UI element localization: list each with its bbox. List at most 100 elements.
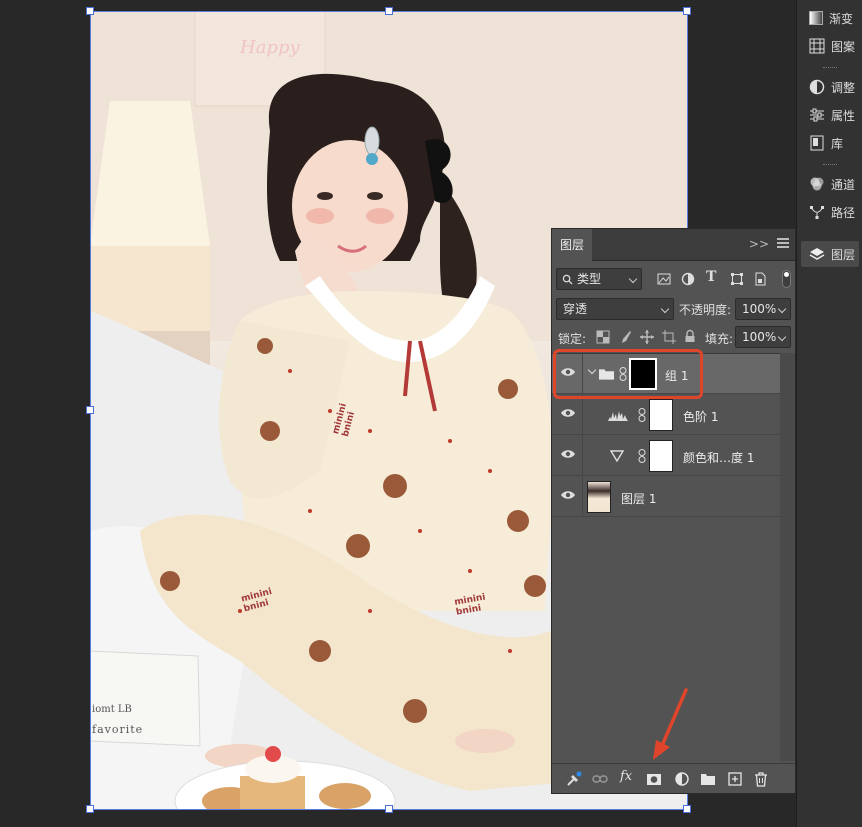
properties-icon [810, 108, 824, 122]
tab-layers[interactable]: 图层 [552, 229, 592, 261]
dock-divider [823, 164, 837, 167]
search-icon [562, 274, 573, 285]
transform-handle-top-center[interactable] [385, 7, 393, 15]
book-text-2: favorite [92, 723, 144, 736]
dock-adjustments[interactable]: 调整 [801, 74, 859, 100]
dock-patterns[interactable]: 图案 [801, 33, 859, 59]
hue-saturation-icon [610, 450, 624, 462]
filter-shape-icon[interactable] [730, 272, 744, 286]
layers-list: 组 1 色阶 1 颜色和…度 1 图层 1 [552, 353, 795, 761]
dock-layers[interactable]: 图层 [801, 241, 859, 267]
dock-label: 库 [831, 136, 844, 151]
dock-label: 调整 [831, 80, 856, 95]
layer-row-layer-1[interactable]: 图层 1 [552, 477, 780, 517]
layer-filter-row: 类型 T [552, 267, 795, 291]
transform-handle-top-left[interactable] [86, 7, 94, 15]
layers-panel-header: 图层 >> [552, 229, 795, 261]
wall-sign-text: Happy [240, 37, 300, 58]
add-layer-mask-icon[interactable] [646, 771, 662, 787]
filter-kind-label: 类型 [577, 272, 602, 286]
layers-scrollbar[interactable] [780, 353, 795, 761]
transform-handle-middle-left[interactable] [86, 406, 94, 414]
dock-paths[interactable]: 路径 [801, 199, 859, 225]
layer-row-hue-saturation-1[interactable]: 颜色和…度 1 [552, 436, 780, 476]
dock-label: 路径 [831, 205, 856, 220]
layer-image-thumbnail[interactable] [587, 481, 611, 513]
transform-handle-bottom-left[interactable] [86, 805, 94, 813]
layer-name[interactable]: 组 1 [665, 367, 688, 384]
eye-icon[interactable] [560, 367, 576, 377]
dock-libraries[interactable]: 库 [801, 130, 859, 156]
lock-position-icon[interactable] [640, 330, 654, 344]
filter-smart-object-icon[interactable] [753, 272, 767, 286]
lock-all-icon[interactable] [683, 329, 697, 343]
layer-mask-thumbnail[interactable] [649, 440, 673, 472]
search-layers-icon[interactable] [566, 771, 582, 787]
new-layer-icon[interactable] [727, 771, 743, 787]
dock-label: 通道 [831, 177, 856, 192]
opacity-input[interactable]: 100% [735, 298, 791, 320]
lock-image-pixels-icon[interactable] [618, 330, 632, 344]
filter-type-icon[interactable]: T [706, 269, 720, 285]
eye-icon[interactable] [560, 408, 576, 418]
chevron-down-icon [628, 274, 638, 284]
filter-kind-select[interactable]: 类型 [556, 268, 642, 290]
layer-mask-thumbnail[interactable] [649, 399, 673, 431]
filter-pixel-icon[interactable] [657, 272, 671, 286]
layer-mask-thumbnail[interactable] [629, 358, 657, 390]
mask-link-icon[interactable] [619, 367, 627, 381]
layer-name[interactable]: 色阶 1 [683, 408, 718, 425]
expand-chevron-icon[interactable] [587, 365, 597, 375]
transform-handle-top-right[interactable] [683, 7, 691, 15]
pattern-icon [809, 38, 825, 54]
chevron-down-icon [777, 304, 787, 314]
new-adjustment-layer-icon[interactable] [674, 771, 690, 787]
chevron-down-icon [660, 304, 670, 314]
blend-opacity-row: 穿透 不透明度: 100% [552, 297, 795, 321]
link-layers-icon[interactable] [592, 771, 608, 787]
blend-mode-select[interactable]: 穿透 [556, 298, 674, 320]
book-text-1: iomt LB [92, 704, 132, 715]
mask-link-icon[interactable] [638, 449, 646, 463]
layer-row-group-1[interactable]: 组 1 [552, 354, 780, 394]
folder-icon [599, 369, 614, 380]
add-layer-style-button[interactable]: fx [620, 769, 638, 785]
new-group-icon[interactable] [700, 771, 716, 787]
dock-gradients[interactable]: 渐变 [801, 5, 859, 31]
delete-layer-icon[interactable] [753, 771, 769, 787]
fill-value: 100% [742, 330, 777, 344]
paths-icon [810, 206, 824, 219]
layers-panel-footer: fx [552, 763, 795, 793]
transform-handle-bottom-right[interactable] [683, 805, 691, 813]
eye-icon[interactable] [560, 449, 576, 459]
opacity-label: 不透明度: [679, 303, 732, 317]
transform-handle-bottom-center[interactable] [385, 805, 393, 813]
dock-label: 渐变 [829, 11, 854, 26]
panel-menu-icon[interactable] [777, 238, 789, 248]
layer-name[interactable]: 颜色和…度 1 [683, 449, 754, 466]
lock-label: 锁定: [558, 332, 587, 346]
layers-icon [809, 248, 825, 260]
channels-icon [810, 177, 824, 191]
fill-input[interactable]: 100% [735, 326, 791, 348]
dock-label: 图案 [831, 39, 856, 54]
collapse-panel-button[interactable]: >> [749, 237, 769, 251]
lock-artboard-icon[interactable] [662, 330, 676, 344]
layer-name[interactable]: 图层 1 [621, 490, 656, 507]
eye-icon[interactable] [560, 490, 576, 500]
dock-properties[interactable]: 属性 [801, 102, 859, 128]
dock-channels[interactable]: 通道 [801, 171, 859, 197]
lock-fill-row: 锁定: 填充: 100% [552, 325, 795, 349]
layer-row-levels-1[interactable]: 色阶 1 [552, 395, 780, 435]
levels-adjustment-icon [608, 411, 628, 421]
mask-link-icon[interactable] [638, 408, 646, 422]
opacity-value: 100% [742, 302, 777, 316]
filter-adjustment-icon[interactable] [681, 272, 695, 286]
chevron-down-icon [777, 332, 787, 342]
gradient-icon [809, 11, 823, 25]
layers-panel: 图层 >> 类型 T 穿透 不透明度: 100% 锁定: 填充: 100% 组 … [551, 228, 796, 794]
fill-label: 填充: [705, 332, 734, 346]
lock-transparent-pixels-icon[interactable] [596, 330, 610, 344]
filter-toggle-switch[interactable] [782, 270, 791, 288]
panel-dock: 渐变 图案 调整 属性 库 通道 路径 图层 [796, 0, 862, 827]
